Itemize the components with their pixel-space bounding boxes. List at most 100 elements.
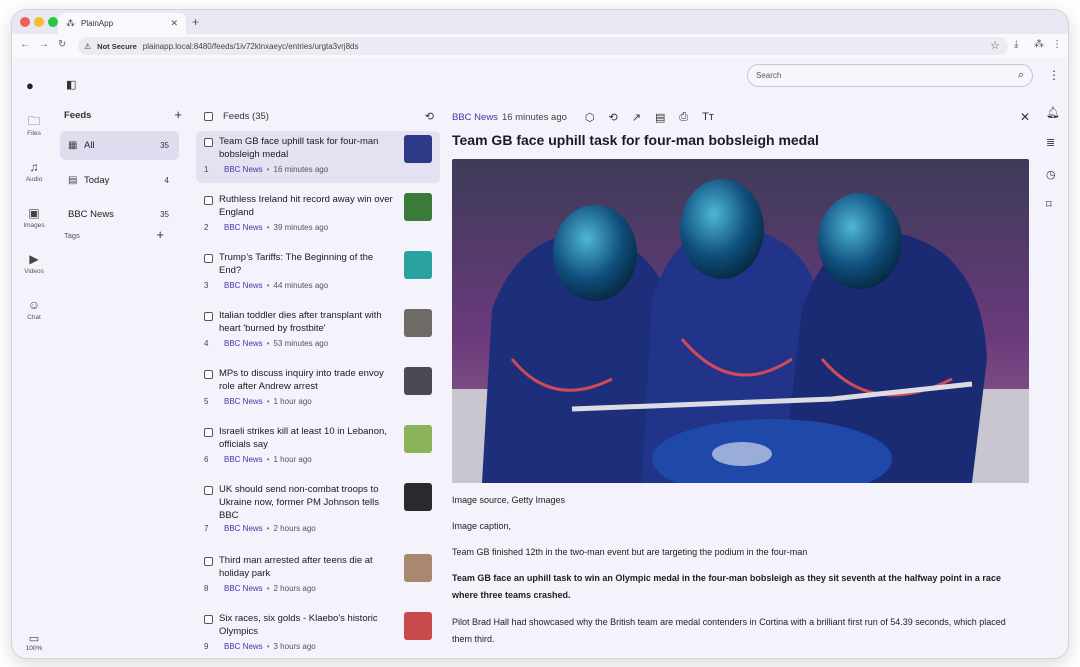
list-item[interactable]: Six races, six golds - Klaebo's historic… xyxy=(196,608,440,658)
entry-age: 39 minutes ago xyxy=(273,223,329,232)
entry-checkbox[interactable] xyxy=(204,370,213,379)
entry-title: Italian toddler dies after transplant wi… xyxy=(219,310,382,334)
add-tag-button[interactable]: + xyxy=(156,228,164,241)
entry-source[interactable]: BBC News xyxy=(224,584,263,593)
rail-label-audio: Audio xyxy=(25,176,43,183)
list-item[interactable]: UK should send non-combat troops to Ukra… xyxy=(196,479,440,545)
rail-item-videos[interactable]: ▶ Videos xyxy=(12,252,56,275)
list-item[interactable]: Trump’s Tariffs: The Beginning of the En… xyxy=(196,247,440,299)
rail-item-chat[interactable]: ☺ Chat xyxy=(12,298,56,321)
back-arrow-icon[interactable]: ← xyxy=(20,39,30,50)
entry-checkbox[interactable] xyxy=(204,615,213,624)
article-paragraph: Image source, Getty Images xyxy=(452,495,566,505)
entry-checkbox[interactable] xyxy=(204,196,213,205)
entry-source[interactable]: BBC News xyxy=(224,455,263,464)
bell-icon[interactable]: 🔔︎ xyxy=(1046,106,1060,119)
music-icon: ♫ xyxy=(29,160,39,174)
list-item[interactable]: MPs to discuss inquiry into trade envoy … xyxy=(196,363,440,415)
entry-source[interactable]: BBC News xyxy=(224,165,263,174)
entry-thumbnail xyxy=(404,367,432,395)
entry-checkbox[interactable] xyxy=(204,138,213,147)
forward-arrow-icon[interactable]: → xyxy=(39,39,49,50)
minimize-window-button[interactable] xyxy=(34,17,44,27)
entry-title: UK should send non-combat troops to Ukra… xyxy=(219,484,379,521)
not-secure-label[interactable]: Not Secure xyxy=(97,42,137,51)
extension-icon[interactable]: ⁂ xyxy=(1034,39,1044,50)
browser-tab[interactable]: ⁂ PlainApp ✕ xyxy=(58,13,186,34)
entry-title: Third man arrested after teens die at ho… xyxy=(219,555,373,579)
list-item[interactable]: Ruthless Ireland hit record away win ove… xyxy=(196,189,440,241)
entry-source[interactable]: BBC News xyxy=(224,397,263,406)
bookmark-icon[interactable]: ⌑ xyxy=(1046,198,1052,211)
entry-list-panel: Feeds (35) ⟲ Team GB face uphill task fo… xyxy=(196,58,440,658)
feed-item-all[interactable]: ▦ All 35 xyxy=(60,131,179,160)
list-item[interactable]: Third man arrested after teens die at ho… xyxy=(196,550,440,602)
article-source-link[interactable]: BBC News xyxy=(452,112,498,123)
entry-list-header: Feeds (35) ⟲ xyxy=(204,110,434,123)
search-input[interactable]: Search ⌕ xyxy=(747,64,1033,87)
feed-item-today[interactable]: ▤ Today 4 xyxy=(60,166,179,195)
search-placeholder: Search xyxy=(756,71,782,80)
text-size-icon[interactable]: Tт xyxy=(702,111,714,124)
list-item[interactable]: Italian toddler dies after transplant wi… xyxy=(196,305,440,357)
entry-checkbox[interactable] xyxy=(204,428,213,437)
entry-source[interactable]: BBC News xyxy=(224,642,263,651)
sidebar-toggle-icon[interactable]: ◧ xyxy=(66,78,76,91)
separator-dot: • xyxy=(266,524,270,533)
battery-status: ▭ 100% xyxy=(12,632,56,652)
entry-age: 2 hours ago xyxy=(273,584,316,593)
rail-item-files[interactable]: 🗀 Files xyxy=(12,114,56,137)
entry-checkbox[interactable] xyxy=(204,557,213,566)
close-tab-icon[interactable]: ✕ xyxy=(170,18,178,29)
entry-age: 1 hour ago xyxy=(273,455,312,464)
feed-item-count: 35 xyxy=(160,141,169,150)
separator-dot: • xyxy=(266,455,270,464)
separator-dot: • xyxy=(266,223,270,232)
tag-icon[interactable]: ⬡ xyxy=(585,111,595,124)
plainapp: ● 🗀 Files ♫ Audio ▣ Images ▶ Videos ☺ Ch… xyxy=(12,58,1068,658)
list-item[interactable]: Israeli strikes kill at least 10 in Leba… xyxy=(196,421,440,473)
entry-checkbox[interactable] xyxy=(204,254,213,263)
entry-source[interactable]: BBC News xyxy=(224,281,263,290)
separator-dot: • xyxy=(266,339,270,348)
close-reader-icon[interactable]: ✕ xyxy=(1020,110,1030,124)
entry-checkbox[interactable] xyxy=(204,312,213,321)
separator-dot: • xyxy=(266,165,270,174)
entry-title: MPs to discuss inquiry into trade envoy … xyxy=(219,368,384,392)
browser-menu-icon[interactable]: ⋮ xyxy=(1052,39,1062,50)
playlist-icon[interactable]: ≣ xyxy=(1046,136,1055,149)
entry-source[interactable]: BBC News xyxy=(224,524,263,533)
reload-icon[interactable]: ↻ xyxy=(58,39,66,50)
refresh-icon[interactable]: ⟲ xyxy=(609,111,618,124)
search-icon[interactable]: ⌕ xyxy=(1018,69,1024,82)
url-field[interactable]: ⚠ Not Secure plainapp.local:8480/feeds/1… xyxy=(78,37,1008,55)
entry-title: Team GB face uphill task for four-man bo… xyxy=(219,136,379,160)
entry-source[interactable]: BBC News xyxy=(224,339,263,348)
feeds-panel: ◧ Feeds + ▦ All 35 ▤ Today 4 BBC News 35… xyxy=(56,58,188,658)
entry-source[interactable]: BBC News xyxy=(224,223,263,232)
print-icon[interactable]: ⎙ xyxy=(679,111,688,124)
more-menu-icon[interactable]: ⋮ xyxy=(1048,68,1060,82)
timer-icon[interactable]: ◷ xyxy=(1046,168,1056,181)
rail-item-audio[interactable]: ♫ Audio xyxy=(12,160,56,183)
feed-item-bbc-news[interactable]: BBC News 35 xyxy=(60,200,179,229)
add-feed-button[interactable]: + xyxy=(174,108,182,121)
new-tab-button[interactable]: + xyxy=(192,15,199,29)
close-window-button[interactable] xyxy=(20,17,30,27)
calendar-icon: ▤ xyxy=(68,175,78,186)
list-item[interactable]: Team GB face uphill task for four-man bo… xyxy=(196,131,440,183)
select-all-checkbox[interactable] xyxy=(204,112,213,121)
sync-icon[interactable]: ⟲ xyxy=(425,110,434,123)
reader-mode-icon[interactable]: ▤ xyxy=(655,111,665,124)
bookmark-star-icon[interactable]: ☆ xyxy=(990,39,1000,52)
entry-age: 2 hours ago xyxy=(273,524,316,533)
entry-thumbnail xyxy=(404,251,432,279)
rail-item-images[interactable]: ▣ Images xyxy=(12,206,56,229)
article-age: 16 minutes ago xyxy=(501,111,567,123)
entry-checkbox[interactable] xyxy=(204,486,213,495)
entry-thumbnail xyxy=(404,483,432,511)
app-logo-icon[interactable]: ● xyxy=(26,78,34,93)
download-icon[interactable]: ⤓ xyxy=(1014,39,1018,50)
maximize-window-button[interactable] xyxy=(48,17,58,27)
open-external-icon[interactable]: ↗ xyxy=(632,111,641,124)
